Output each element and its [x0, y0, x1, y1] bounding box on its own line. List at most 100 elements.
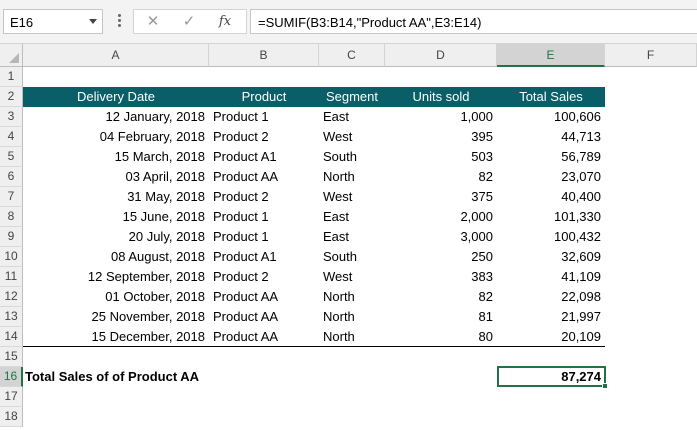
cell-segment[interactable]: West: [319, 187, 385, 207]
cell-segment[interactable]: West: [319, 267, 385, 287]
cell-units-sold[interactable]: 503: [385, 147, 497, 167]
header-units-sold[interactable]: Units sold: [385, 87, 497, 107]
cell-total-sales[interactable]: 56,789: [497, 147, 605, 167]
cell-delivery-date[interactable]: 25 November, 2018: [23, 307, 209, 327]
cell-units-sold[interactable]: 81: [385, 307, 497, 327]
row-header-17[interactable]: 17: [0, 387, 23, 407]
cell-product[interactable]: Product AA: [209, 307, 319, 327]
cell-delivery-date[interactable]: 04 February, 2018: [23, 127, 209, 147]
more-options-icon[interactable]: [116, 12, 122, 32]
cell-total-sales[interactable]: 32,609: [497, 247, 605, 267]
cell-total-sales[interactable]: 22,098: [497, 287, 605, 307]
row-header-15[interactable]: 15: [0, 347, 23, 367]
row-header-10[interactable]: 10: [0, 247, 23, 267]
name-box[interactable]: E16: [3, 9, 103, 34]
cell-units-sold[interactable]: 250: [385, 247, 497, 267]
select-all-button[interactable]: [0, 44, 23, 67]
fill-handle[interactable]: [602, 383, 608, 389]
cell-segment[interactable]: East: [319, 107, 385, 127]
cell-product[interactable]: Product 2: [209, 187, 319, 207]
row-header-5[interactable]: 5: [0, 147, 23, 167]
column-header-d[interactable]: D: [385, 44, 497, 67]
cell-total-sales[interactable]: 101,330: [497, 207, 605, 227]
cell-total-sales[interactable]: 21,997: [497, 307, 605, 327]
cell-delivery-date[interactable]: 12 September, 2018: [23, 267, 209, 287]
cell-total-sales[interactable]: 41,109: [497, 267, 605, 287]
cell-units-sold[interactable]: 2,000: [385, 207, 497, 227]
cell-delivery-date[interactable]: 15 December, 2018: [23, 327, 209, 347]
row-header-4[interactable]: 4: [0, 127, 23, 147]
cell-units-sold[interactable]: 1,000: [385, 107, 497, 127]
cell-product[interactable]: Product A1: [209, 247, 319, 267]
cell-delivery-date[interactable]: 03 April, 2018: [23, 167, 209, 187]
row-header-14[interactable]: 14: [0, 327, 23, 347]
cell-units-sold[interactable]: 375: [385, 187, 497, 207]
header-segment[interactable]: Segment: [319, 87, 385, 107]
column-header-a[interactable]: A: [23, 44, 209, 67]
cell-product[interactable]: Product AA: [209, 287, 319, 307]
header-total-sales[interactable]: Total Sales: [497, 87, 605, 107]
column-header-e[interactable]: E: [497, 44, 605, 67]
cell-delivery-date[interactable]: 20 July, 2018: [23, 227, 209, 247]
row-header-16[interactable]: 16: [0, 367, 23, 387]
row-header-12[interactable]: 12: [0, 287, 23, 307]
cell-total-sales[interactable]: 100,606: [497, 107, 605, 127]
cell-total-sales[interactable]: 20,109: [497, 327, 605, 347]
row-header-1[interactable]: 1: [0, 67, 23, 87]
cancel-icon[interactable]: ✕: [140, 12, 166, 32]
cell-segment[interactable]: South: [319, 247, 385, 267]
cell-units-sold[interactable]: 383: [385, 267, 497, 287]
header-product[interactable]: Product: [209, 87, 319, 107]
cell-segment[interactable]: North: [319, 307, 385, 327]
row-header-13[interactable]: 13: [0, 307, 23, 327]
enter-icon[interactable]: ✓: [176, 12, 202, 32]
cell-segment[interactable]: North: [319, 167, 385, 187]
cell-delivery-date[interactable]: 15 March, 2018: [23, 147, 209, 167]
row-header-11[interactable]: 11: [0, 267, 23, 287]
chevron-down-icon[interactable]: [89, 19, 97, 24]
cell-units-sold[interactable]: 82: [385, 167, 497, 187]
cell-total-sales[interactable]: 23,070: [497, 167, 605, 187]
cell-product[interactable]: Product A1: [209, 147, 319, 167]
cell-segment[interactable]: North: [319, 327, 385, 347]
row-header-8[interactable]: 8: [0, 207, 23, 227]
cell-delivery-date[interactable]: 08 August, 2018: [23, 247, 209, 267]
cell-units-sold[interactable]: 80: [385, 327, 497, 347]
cell-total-sales[interactable]: 44,713: [497, 127, 605, 147]
cell-delivery-date[interactable]: 12 January, 2018: [23, 107, 209, 127]
cell-product[interactable]: Product 1: [209, 107, 319, 127]
row-header-7[interactable]: 7: [0, 187, 23, 207]
cell-product[interactable]: Product AA: [209, 167, 319, 187]
cell-segment[interactable]: East: [319, 207, 385, 227]
cell-product[interactable]: Product 2: [209, 267, 319, 287]
cell-product[interactable]: Product AA: [209, 327, 319, 347]
cell-product[interactable]: Product 2: [209, 127, 319, 147]
column-header-f[interactable]: F: [605, 44, 697, 67]
insert-function-icon[interactable]: fx: [212, 12, 238, 32]
cell-segment[interactable]: West: [319, 127, 385, 147]
cell-units-sold[interactable]: 3,000: [385, 227, 497, 247]
cell-units-sold[interactable]: 82: [385, 287, 497, 307]
row-header-6[interactable]: 6: [0, 167, 23, 187]
cell-segment[interactable]: South: [319, 147, 385, 167]
cell-segment[interactable]: East: [319, 227, 385, 247]
row-header-3[interactable]: 3: [0, 107, 23, 127]
cell-product[interactable]: Product 1: [209, 207, 319, 227]
row-header-18[interactable]: 18: [0, 407, 23, 427]
cell-delivery-date[interactable]: 31 May, 2018: [23, 187, 209, 207]
row-header-2[interactable]: 2: [0, 87, 23, 107]
cell-total-sales[interactable]: 40,400: [497, 187, 605, 207]
row-header-9[interactable]: 9: [0, 227, 23, 247]
header-delivery-date[interactable]: Delivery Date: [23, 87, 209, 107]
cell-total-sales[interactable]: 100,432: [497, 227, 605, 247]
cell-segment[interactable]: North: [319, 287, 385, 307]
cell-units-sold[interactable]: 395: [385, 127, 497, 147]
total-label[interactable]: Total Sales of of Product AA: [23, 367, 313, 387]
column-header-c[interactable]: C: [319, 44, 385, 67]
column-header-b[interactable]: B: [209, 44, 319, 67]
cell-delivery-date[interactable]: 01 October, 2018: [23, 287, 209, 307]
cell-delivery-date[interactable]: 15 June, 2018: [23, 207, 209, 227]
formula-text: =SUMIF(B3:B14,"Product AA",E3:E14): [258, 15, 482, 30]
formula-input[interactable]: =SUMIF(B3:B14,"Product AA",E3:E14): [250, 9, 697, 34]
cell-product[interactable]: Product 1: [209, 227, 319, 247]
